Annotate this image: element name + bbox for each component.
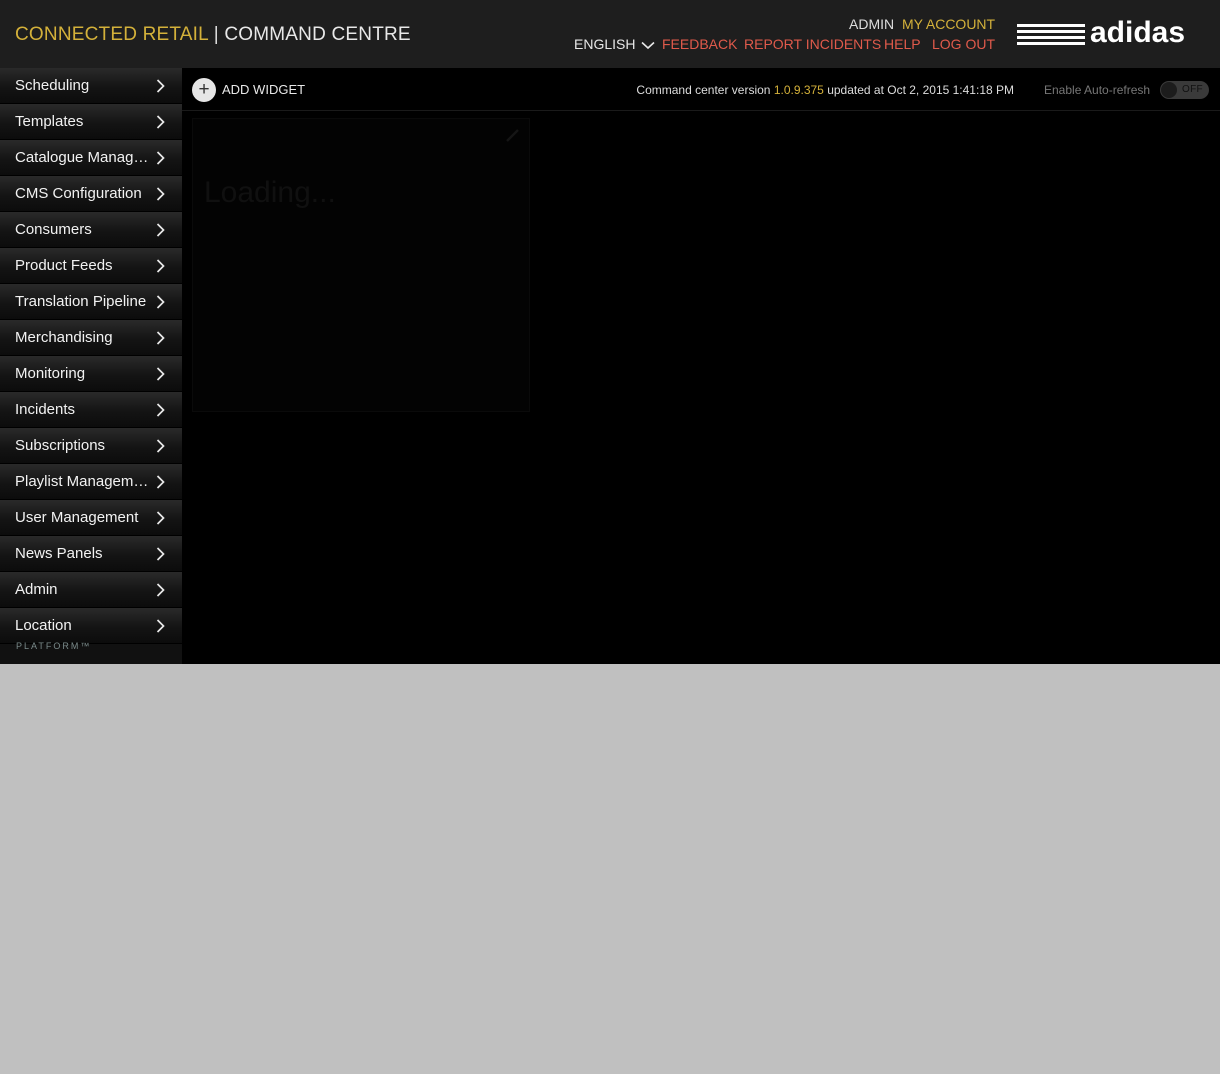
chevron-right-icon bbox=[156, 583, 165, 597]
feedback-link[interactable]: FEEDBACK bbox=[662, 36, 737, 52]
sidebar-item-label: CMS Configuration bbox=[15, 185, 142, 202]
chevron-right-icon bbox=[156, 331, 165, 345]
sidebar-item-user-management[interactable]: User Management bbox=[0, 500, 182, 536]
sidebar-item-label: Consumers bbox=[15, 221, 92, 238]
sidebar-item-label: Subscriptions bbox=[15, 437, 106, 454]
auto-refresh-toggle[interactable]: OFF bbox=[1160, 81, 1209, 99]
version-prefix: Command center version bbox=[636, 83, 771, 97]
sidebar-item-catalogue-management[interactable]: Catalogue Management bbox=[0, 140, 182, 176]
adidas-logo: adidas bbox=[1017, 16, 1185, 48]
sidebar-item-monitoring[interactable]: Monitoring bbox=[0, 356, 182, 392]
dashboard-widget: Loading... bbox=[192, 118, 530, 412]
sidebar-item-label: News Panels bbox=[15, 545, 103, 562]
app-title-separator: | bbox=[213, 24, 219, 45]
loading-text: Loading... bbox=[204, 176, 336, 209]
plus-circle-icon: + bbox=[192, 78, 216, 102]
chevron-down-icon bbox=[641, 41, 655, 49]
app-title-rest: COMMAND CENTRE bbox=[224, 24, 411, 45]
version-updated: updated at Oct 2, 2015 1:41:18 PM bbox=[827, 83, 1014, 97]
language-label: ENGLISH bbox=[574, 36, 636, 52]
sidebar-item-merchandising[interactable]: Merchandising bbox=[0, 320, 182, 356]
sidebar-item-news-panels[interactable]: News Panels bbox=[0, 536, 182, 572]
sidebar-item-label: Translation Pipeline bbox=[15, 293, 147, 310]
sidebar-item-label: Monitoring bbox=[15, 365, 86, 382]
chevron-right-icon bbox=[156, 547, 165, 561]
chevron-right-icon bbox=[156, 367, 165, 381]
sidebar-item-label: Location bbox=[15, 617, 72, 634]
top-header: CONNECTED RETAIL | COMMAND CENTRE ADMIN … bbox=[0, 0, 1220, 68]
sidebar-item-admin[interactable]: Admin bbox=[0, 572, 182, 608]
log-out-link[interactable]: LOG OUT bbox=[932, 36, 995, 52]
sidebar-item-label: Product Feeds bbox=[15, 257, 113, 274]
chevron-right-icon bbox=[156, 223, 165, 237]
report-incidents-link[interactable]: REPORT INCIDENTS bbox=[744, 36, 881, 52]
logo-wordmark: adidas bbox=[1090, 16, 1185, 48]
sidebar-item-label: Merchandising bbox=[15, 329, 113, 346]
sidebar-item-incidents[interactable]: Incidents bbox=[0, 392, 182, 428]
sidebar-item-label: Incidents bbox=[15, 401, 76, 418]
sidebar-nav: Scheduling Templates Catalogue Managemen… bbox=[0, 68, 182, 664]
sidebar-item-cms-configuration[interactable]: CMS Configuration bbox=[0, 176, 182, 212]
version-number: 1.0.9.375 bbox=[773, 83, 824, 97]
chevron-right-icon bbox=[156, 295, 165, 309]
platform-footer-text: PLATFORM™ bbox=[16, 641, 92, 651]
chevron-right-icon bbox=[156, 619, 165, 633]
chevron-right-icon bbox=[156, 403, 165, 417]
chevron-right-icon bbox=[156, 115, 165, 129]
sidebar-item-label: Catalogue Management bbox=[15, 149, 150, 166]
toggle-knob bbox=[1161, 82, 1177, 98]
chevron-right-icon bbox=[156, 259, 165, 273]
chevron-right-icon bbox=[156, 187, 165, 201]
sidebar-item-subscriptions[interactable]: Subscriptions bbox=[0, 428, 182, 464]
sidebar-item-playlist-management[interactable]: Playlist Management bbox=[0, 464, 182, 500]
chevron-right-icon bbox=[156, 79, 165, 93]
sidebar-item-translation-pipeline[interactable]: Translation Pipeline bbox=[0, 284, 182, 320]
add-widget-label: ADD WIDGET bbox=[222, 82, 306, 97]
dashboard-toolbar: + ADD WIDGET Command center version 1.0.… bbox=[182, 68, 1220, 111]
sidebar-item-product-feeds[interactable]: Product Feeds bbox=[0, 248, 182, 284]
sidebar-item-scheduling[interactable]: Scheduling bbox=[0, 68, 182, 104]
help-link[interactable]: HELP bbox=[884, 36, 921, 52]
current-user-label: ADMIN bbox=[849, 16, 895, 32]
chevron-right-icon bbox=[156, 475, 165, 489]
chevron-right-icon bbox=[156, 151, 165, 165]
chevron-right-icon bbox=[156, 511, 165, 525]
sidebar-item-label: Templates bbox=[15, 113, 84, 130]
sidebar-item-label: User Management bbox=[15, 509, 139, 526]
app-window: CONNECTED RETAIL | COMMAND CENTRE ADMIN … bbox=[0, 0, 1220, 664]
sidebar-item-label: Admin bbox=[15, 581, 58, 598]
sidebar-item-location[interactable]: Location bbox=[0, 608, 182, 644]
language-selector[interactable]: ENGLISH bbox=[574, 36, 655, 52]
toggle-state: OFF bbox=[1182, 84, 1203, 95]
sidebar-item-label: Scheduling bbox=[15, 77, 90, 94]
pencil-icon[interactable] bbox=[505, 127, 521, 143]
auto-refresh-label: Enable Auto-refresh bbox=[1044, 83, 1151, 97]
app-title: CONNECTED RETAIL | COMMAND CENTRE bbox=[15, 24, 411, 46]
chevron-right-icon bbox=[156, 439, 165, 453]
app-title-accent: CONNECTED RETAIL bbox=[15, 24, 209, 45]
sidebar-item-consumers[interactable]: Consumers bbox=[0, 212, 182, 248]
version-info: Command center version 1.0.9.375 updated… bbox=[636, 83, 1014, 97]
sidebar-item-label: Playlist Management bbox=[15, 473, 150, 490]
my-account-link[interactable]: MY ACCOUNT bbox=[902, 16, 995, 32]
sidebar-item-templates[interactable]: Templates bbox=[0, 104, 182, 140]
